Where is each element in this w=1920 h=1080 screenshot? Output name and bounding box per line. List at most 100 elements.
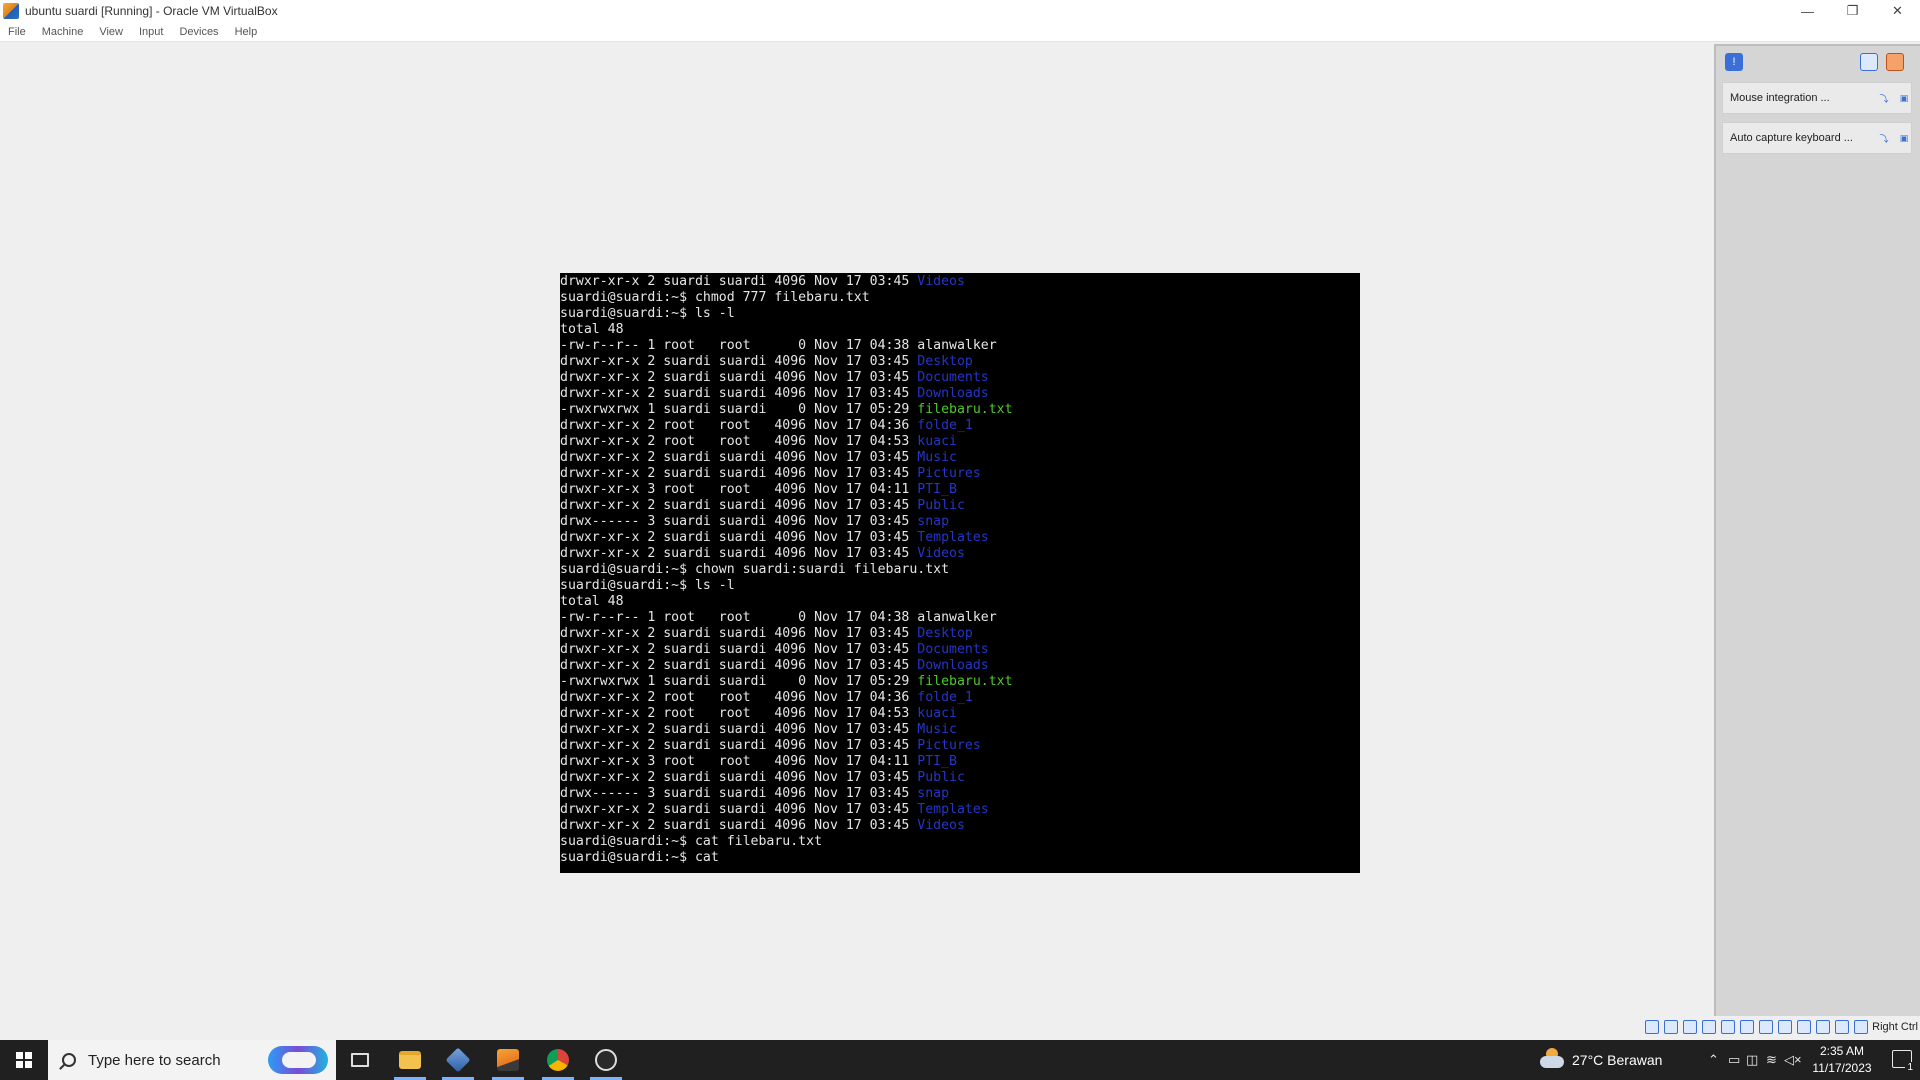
status-icons	[1640, 1020, 1868, 1034]
windows-taskbar: Type here to search 27°C Berawan ⌃ ▭ ◫ ≋…	[0, 1040, 1920, 1080]
terminal-line: drwx------ 3 suardi suardi 4096 Nov 17 0…	[560, 514, 1360, 530]
weather-cloud-icon[interactable]	[1540, 1048, 1564, 1070]
onedrive-icon[interactable]: ◫	[1746, 1052, 1758, 1068]
terminal-filename: kuaci	[917, 706, 957, 721]
terminal-text: suardi@suardi:~$ ls -l	[560, 306, 735, 321]
action-center-icon[interactable]: 1	[1892, 1050, 1915, 1073]
do-not-show-again-icon[interactable]: ⤵	[1878, 133, 1890, 144]
menu-devices[interactable]: Devices	[179, 26, 218, 38]
terminal-filename: Downloads	[917, 386, 989, 401]
close-button[interactable]: ✕	[1875, 0, 1920, 22]
terminal-line: drwxr-xr-x 2 suardi suardi 4096 Nov 17 0…	[560, 642, 1360, 658]
menu-view[interactable]: View	[99, 26, 123, 38]
show-hidden-icons-chevron-icon[interactable]: ⌃	[1708, 1052, 1719, 1068]
terminal-line: suardi@suardi:~$ cat	[560, 850, 1360, 866]
terminal-filename: Desktop	[917, 354, 973, 369]
terminal-line: drwxr-xr-x 2 suardi suardi 4096 Nov 17 0…	[560, 530, 1360, 546]
terminal-text: -rw-r--r-- 1 root root 0 Nov 17 04:38 al…	[560, 610, 997, 625]
notification-auto-capture-keyboard[interactable]: Auto capture keyboard ... ⤵ ▣	[1722, 122, 1912, 154]
minimize-button[interactable]: —	[1785, 0, 1830, 22]
chrome-button[interactable]	[534, 1040, 582, 1080]
terminal-line: total 48	[560, 594, 1360, 610]
notification-text: Mouse integration ...	[1730, 92, 1830, 104]
terminal-line: drwxr-xr-x 2 root root 4096 Nov 17 04:53…	[560, 434, 1360, 450]
terminal-line: suardi@suardi:~$ cat filebaru.txt	[560, 834, 1360, 850]
video-capture-icon[interactable]	[1778, 1020, 1792, 1034]
notification-count-badge: 1	[1905, 1062, 1915, 1073]
terminal-filename: snap	[917, 514, 950, 529]
file-explorer-icon	[399, 1051, 421, 1069]
weather-text[interactable]: 27°C Berawan	[1572, 1052, 1662, 1068]
search-icon	[62, 1053, 76, 1067]
terminal-line: drwxr-xr-x 2 suardi suardi 4096 Nov 17 0…	[560, 450, 1360, 466]
cpu-icon[interactable]	[1797, 1020, 1811, 1034]
terminal-filename: Public	[917, 498, 965, 513]
dismiss-all-icon[interactable]	[1886, 53, 1904, 71]
notification-mouse-integration[interactable]: Mouse integration ... ⤵ ▣	[1722, 82, 1912, 114]
search-placeholder: Type here to search	[88, 1051, 221, 1069]
terminal-filename: Documents	[917, 642, 989, 657]
terminal-line: drwxr-xr-x 2 suardi suardi 4096 Nov 17 0…	[560, 498, 1360, 514]
menu-machine[interactable]: Machine	[42, 26, 84, 38]
terminal-text: drwxr-xr-x 2 suardi suardi 4096 Nov 17 0…	[560, 770, 918, 785]
terminal-filename: PTI_B	[917, 754, 957, 769]
usb-icon[interactable]	[1721, 1020, 1735, 1034]
guest-additions-icon[interactable]	[1816, 1020, 1830, 1034]
network-icon[interactable]	[1702, 1020, 1716, 1034]
terminal-text: drwxr-xr-x 2 suardi suardi 4096 Nov 17 0…	[560, 466, 918, 481]
close-notification-icon[interactable]: ▣	[1898, 133, 1910, 143]
volume-muted-icon[interactable]: ◁×	[1784, 1052, 1802, 1068]
menu-help[interactable]: Help	[235, 26, 258, 38]
notification-text: Auto capture keyboard ...	[1730, 132, 1853, 144]
sublime-icon	[497, 1049, 519, 1071]
file-explorer-button[interactable]	[386, 1040, 434, 1080]
terminal-filename: Videos	[917, 818, 965, 833]
display-icon[interactable]	[1759, 1020, 1773, 1034]
virtualbox-button[interactable]	[434, 1040, 482, 1080]
vm-terminal-screen[interactable]: drwxr-xr-x 2 suardi suardi 4096 Nov 17 0…	[560, 273, 1360, 873]
terminal-line: drwxr-xr-x 2 suardi suardi 4096 Nov 17 0…	[560, 370, 1360, 386]
terminal-filename: kuaci	[917, 434, 957, 449]
terminal-filename: Pictures	[917, 738, 981, 753]
audio-icon[interactable]	[1683, 1020, 1697, 1034]
mouse-integration-icon[interactable]	[1835, 1020, 1849, 1034]
terminal-text: drwxr-xr-x 2 root root 4096 Nov 17 04:53	[560, 434, 918, 449]
terminal-filename: Desktop	[917, 626, 973, 641]
terminal-text: drwxr-xr-x 2 suardi suardi 4096 Nov 17 0…	[560, 738, 918, 753]
terminal-filename: folde_1	[917, 418, 973, 433]
task-view-button[interactable]	[336, 1040, 384, 1080]
close-notification-icon[interactable]: ▣	[1898, 93, 1910, 103]
keyboard-icon[interactable]	[1854, 1020, 1868, 1034]
terminal-line: drwxr-xr-x 2 suardi suardi 4096 Nov 17 0…	[560, 738, 1360, 754]
taskbar-search-box[interactable]: Type here to search	[48, 1040, 336, 1080]
menu-input[interactable]: Input	[139, 26, 163, 38]
terminal-line: drwxr-xr-x 2 suardi suardi 4096 Nov 17 0…	[560, 354, 1360, 370]
terminal-line: drwxr-xr-x 2 suardi suardi 4096 Nov 17 0…	[560, 626, 1360, 642]
restore-button[interactable]: ❐	[1830, 0, 1875, 22]
terminal-line: drwxr-xr-x 2 suardi suardi 4096 Nov 17 0…	[560, 802, 1360, 818]
terminal-text: suardi@suardi:~$ chown suardi:suardi fil…	[560, 562, 950, 577]
do-not-show-again-icon[interactable]: ⤵	[1878, 93, 1890, 104]
keep-notifications-icon[interactable]	[1860, 53, 1878, 71]
meet-now-icon[interactable]: ▭	[1728, 1052, 1740, 1068]
bing-chat-icon[interactable]	[268, 1046, 328, 1074]
menu-file[interactable]: File	[8, 26, 26, 38]
notification-center-icon[interactable]: !	[1725, 53, 1743, 71]
vm-display-area[interactable]: drwxr-xr-x 2 suardi suardi 4096 Nov 17 0…	[0, 42, 1714, 1040]
title-bar: ubuntu suardi [Running] - Oracle VM Virt…	[0, 0, 1920, 22]
terminal-line: drwx------ 3 suardi suardi 4096 Nov 17 0…	[560, 786, 1360, 802]
clock[interactable]: 2:35 AM 11/17/2023	[1803, 1043, 1881, 1077]
terminal-text: drwxr-xr-x 2 suardi suardi 4096 Nov 17 0…	[560, 450, 918, 465]
terminal-filename: Music	[917, 722, 957, 737]
optical-drive-icon[interactable]	[1664, 1020, 1678, 1034]
sublime-text-button[interactable]	[484, 1040, 532, 1080]
virtualbox-app-icon	[3, 3, 19, 19]
start-button[interactable]	[0, 1040, 48, 1080]
wifi-icon[interactable]: ≋	[1766, 1052, 1777, 1068]
obs-button[interactable]	[582, 1040, 630, 1080]
windows-logo-icon	[16, 1052, 32, 1068]
terminal-text: drwxr-xr-x 2 suardi suardi 4096 Nov 17 0…	[560, 642, 918, 657]
hard-disk-icon[interactable]	[1645, 1020, 1659, 1034]
shared-folders-icon[interactable]	[1740, 1020, 1754, 1034]
terminal-filename: Music	[917, 450, 957, 465]
